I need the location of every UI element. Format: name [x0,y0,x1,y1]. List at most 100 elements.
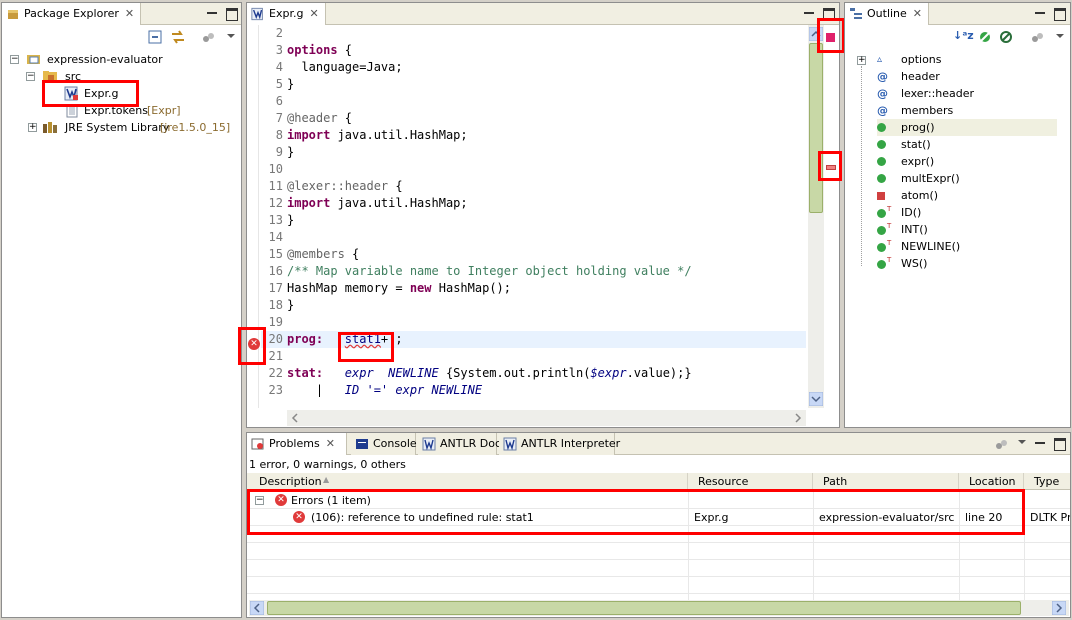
code-line[interactable]: 12 import java.util.HashMap; [261,195,806,212]
maximize-icon[interactable] [224,6,238,21]
code-line[interactable]: 10 [261,161,806,178]
view-menu-icon[interactable] [1031,30,1045,44]
line-number: 4 [275,60,283,74]
code-line[interactable]: 7 @header { [261,110,806,127]
outline-item[interactable]: ▵ options [877,51,1057,68]
column-header-description[interactable]: Description [249,473,688,490]
collapse-toggle[interactable]: − [26,72,35,81]
link-with-editor-icon[interactable] [170,30,186,44]
scroll-right-icon[interactable] [1052,601,1066,615]
code-line[interactable]: 8 import java.util.HashMap; [261,127,806,144]
scroll-down-icon[interactable] [809,392,823,406]
tab-console[interactable]: Console [351,433,417,455]
outline-item[interactable]: @ members [877,102,1057,119]
column-header-location[interactable]: Location [959,473,1024,490]
code-line[interactable]: 4 language=Java; [261,59,806,76]
minimize-icon[interactable] [205,6,219,20]
outline-item-label: expr() [901,155,935,168]
vertical-scrollbar[interactable] [808,25,824,408]
options-icon: ▵ [877,54,883,65]
maximize-icon[interactable] [1052,6,1066,21]
view-menu-icon[interactable] [202,30,216,44]
rule-error-icon [877,192,885,200]
code-line[interactable]: 9} [261,144,806,161]
close-icon[interactable]: ✕ [309,7,318,20]
expand-toggle[interactable]: + [857,56,866,65]
code-line[interactable]: 19 [261,314,806,331]
library-icon [43,122,57,133]
close-icon[interactable]: ✕ [125,7,134,20]
code-line[interactable]: 17 HashMap memory = new HashMap(); [261,280,806,297]
code-line[interactable]: 2 [261,25,806,42]
tab-expr-g[interactable]: Expr.g ✕ [247,3,326,25]
outline-item[interactable]: T WS() [877,255,1057,272]
collapse-toggle[interactable]: − [10,55,19,64]
scrollbar-thumb[interactable] [809,43,823,213]
horizontal-scrollbar[interactable] [249,600,1069,616]
grid-line [247,593,1070,594]
code-line[interactable]: 5} [261,76,806,93]
collapse-all-icon[interactable] [148,30,162,44]
tab-outline[interactable]: Outline ✕ [845,3,930,25]
highlight-box-problem [247,489,1025,535]
column-header-resource[interactable]: Resource [688,473,813,490]
outline-item[interactable]: T ID() [877,204,1057,221]
outline-item[interactable]: prog() [877,119,1057,136]
close-icon[interactable]: ✕ [913,7,922,20]
code-line[interactable]: 14 [261,229,806,246]
column-header-type[interactable]: Type [1024,473,1070,490]
code-line[interactable]: 22 stat: expr NEWLINE {System.out.println… [261,365,806,382]
hide-nonpublic-icon[interactable] [999,30,1013,44]
tab-problems[interactable]: Problems ✕ [247,433,347,455]
code-line[interactable]: 16 /** Map variable name to Integer objec… [261,263,806,280]
outline-title: Outline [867,7,907,20]
sort-icon[interactable]: ↓ᵃz [953,29,974,42]
line-number: 2 [275,26,283,40]
package-explorer-icon [8,10,18,19]
code-line[interactable]: 13} [261,212,806,229]
outline-item-label: ID() [901,206,922,219]
chevron-down-icon[interactable] [1017,437,1027,447]
line-number: 18 [268,298,283,312]
code-token: ID [344,383,360,397]
tab-antlr-doc[interactable]: ANTLR Doc [418,433,501,455]
project-icon [27,55,40,64]
expand-toggle[interactable]: + [28,123,37,132]
rule-icon [877,123,886,132]
outline-item[interactable]: T NEWLINE() [877,238,1057,255]
tab-package-explorer[interactable]: Package Explorer ✕ [2,3,142,25]
code-line[interactable]: 6 [261,93,806,110]
horizontal-scrollbar[interactable] [287,410,806,426]
outline-item[interactable]: expr() [877,153,1057,170]
code-line[interactable]: 23 | ID '=' expr NEWLINE [261,382,806,399]
tab-antlr-interpreter[interactable]: ANTLR Interpreter [499,433,620,455]
minimize-icon[interactable] [1033,6,1047,20]
line-number: 3 [275,43,283,57]
scroll-left-icon[interactable] [250,601,264,615]
outline-item[interactable]: @ lexer::header [877,85,1057,102]
column-header-path[interactable]: Path [813,473,959,490]
scrollbar-thumb[interactable] [267,601,1021,615]
code-line[interactable]: 11 @lexer::header { [261,178,806,195]
maximize-icon[interactable] [1052,436,1066,451]
scroll-right-icon[interactable] [791,411,805,425]
minimize-icon[interactable] [1033,436,1047,450]
code-line[interactable]: 3 options { [261,42,806,59]
chevron-down-icon[interactable] [226,31,236,41]
outline-item[interactable]: multExpr() [877,170,1057,187]
minimize-icon[interactable] [802,6,816,20]
scroll-left-icon[interactable] [288,411,302,425]
close-icon[interactable]: ✕ [326,437,335,450]
hide-fields-icon[interactable] [978,30,992,44]
rule-icon [877,140,886,149]
code-line[interactable]: 15 @members { [261,246,806,263]
chevron-down-icon[interactable] [1055,31,1065,41]
antlr-file-icon [251,7,263,21]
outline-item[interactable]: @ header [877,68,1057,85]
outline-item[interactable]: stat() [877,136,1057,153]
code-line[interactable]: 18} [261,297,806,314]
code-token: } [287,213,295,227]
outline-item[interactable]: atom() [877,187,1057,204]
outline-item[interactable]: T INT() [877,221,1057,238]
view-menu-icon[interactable] [995,437,1009,451]
